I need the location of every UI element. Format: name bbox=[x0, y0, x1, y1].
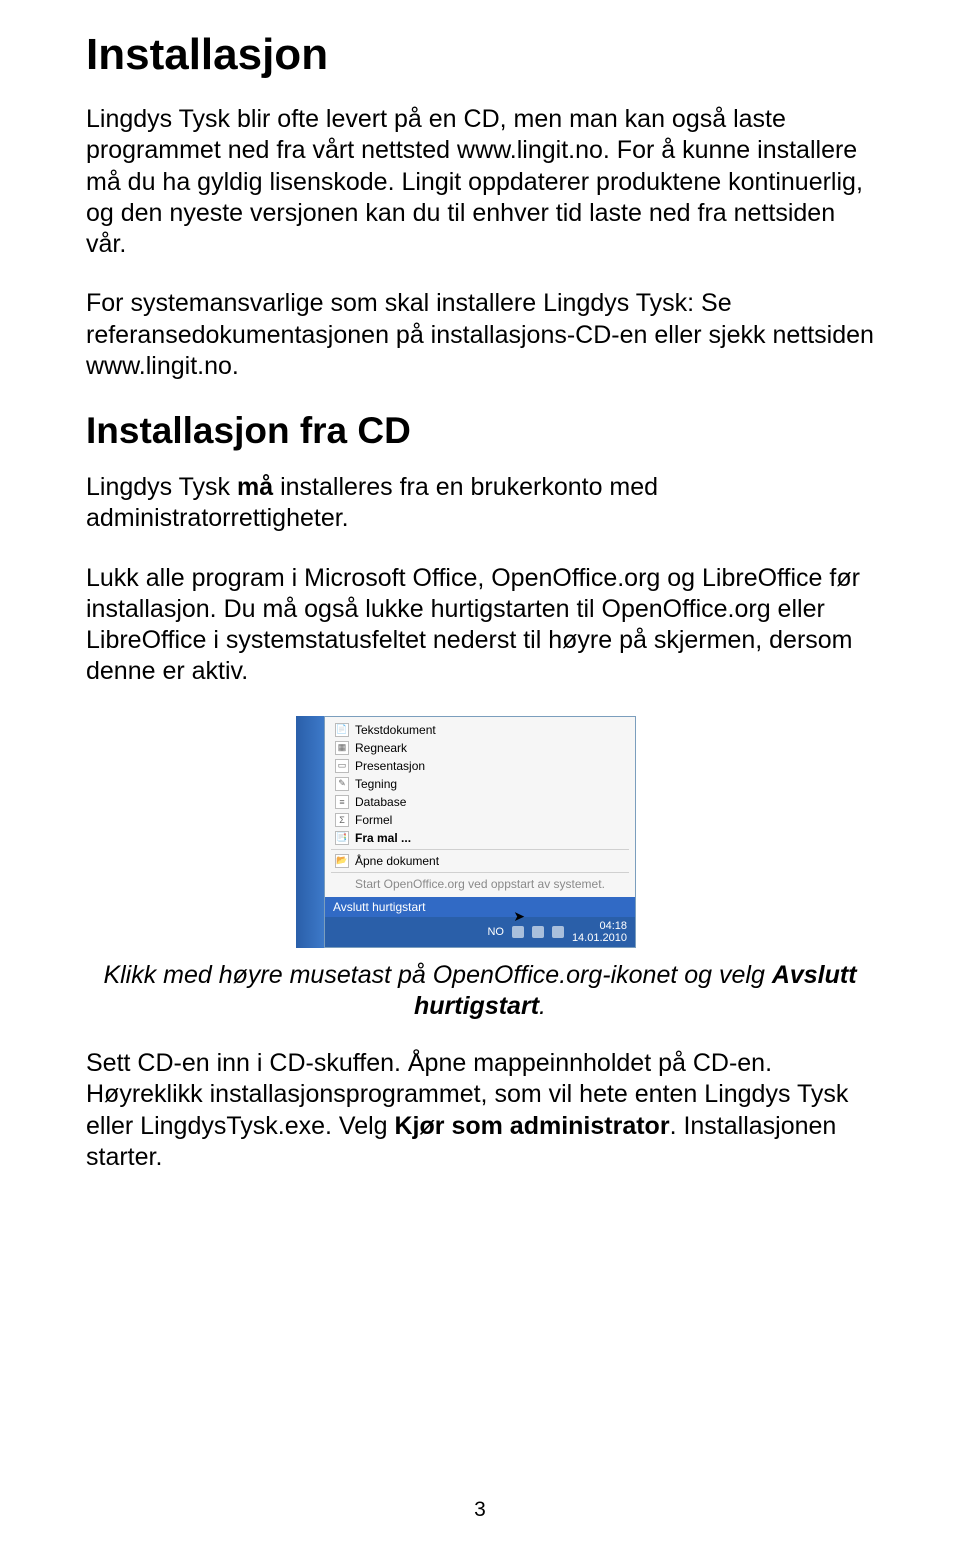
paragraph-close-programs: Lukk alle program i Microsoft Office, Op… bbox=[86, 563, 874, 688]
heading-install-cd: Installasjon fra CD bbox=[86, 410, 874, 452]
menu-label: Start OpenOffice.org ved oppstart av sys… bbox=[355, 877, 605, 891]
taskbar-strip bbox=[296, 716, 324, 948]
menu-label: Regneark bbox=[355, 741, 407, 755]
database-icon: ≡ bbox=[335, 795, 349, 809]
menu-item-from-template[interactable]: 📑 Fra mal ... bbox=[331, 829, 629, 847]
menu-item-formula[interactable]: Σ Formel bbox=[331, 811, 629, 829]
menu-label: Fra mal ... bbox=[355, 831, 411, 845]
menu-label-highlighted: Avslutt hurtigstart bbox=[333, 900, 425, 914]
drawing-icon: ✎ bbox=[335, 777, 349, 791]
cursor-icon: ➤ bbox=[513, 908, 525, 925]
screenshot-figure: 📄 Tekstdokument ▦ Regneark ▭ Presentasjo… bbox=[86, 716, 874, 948]
system-tray: NO 04:18 14.01.2010 bbox=[325, 917, 635, 947]
paragraph-insert-cd: Sett CD-en inn i CD-skuffen. Åpne mappei… bbox=[86, 1048, 874, 1173]
menu-label: Åpne dokument bbox=[355, 854, 439, 868]
menu-label: Tekstdokument bbox=[355, 723, 436, 737]
menu-item-startup[interactable]: Start OpenOffice.org ved oppstart av sys… bbox=[331, 875, 629, 893]
template-icon: 📑 bbox=[335, 831, 349, 845]
menu-item-quit-quickstart[interactable]: Avslutt hurtigstart ➤ bbox=[325, 897, 635, 917]
text-bold-must: må bbox=[237, 473, 273, 501]
page-title: Installasjon bbox=[86, 30, 874, 80]
page-number: 3 bbox=[0, 1498, 960, 1522]
context-menu: 📄 Tekstdokument ▦ Regneark ▭ Presentasjo… bbox=[324, 716, 636, 948]
paragraph-sysadmin: For systemansvarlige som skal installere… bbox=[86, 288, 874, 382]
paragraph-intro: Lingdys Tysk blir ofte levert på en CD, … bbox=[86, 104, 874, 260]
menu-label: Tegning bbox=[355, 777, 397, 791]
caption-text: Klikk med høyre musetast på OpenOffice.o… bbox=[103, 961, 771, 989]
spreadsheet-icon: ▦ bbox=[335, 741, 349, 755]
date-text: 14.01.2010 bbox=[572, 932, 627, 944]
text-document-icon: 📄 bbox=[335, 723, 349, 737]
clock: 04:18 14.01.2010 bbox=[572, 920, 627, 944]
formula-icon: Σ bbox=[335, 813, 349, 827]
menu-label: Formel bbox=[355, 813, 392, 827]
figure-caption: Klikk med høyre musetast på OpenOffice.o… bbox=[86, 960, 874, 1023]
menu-item-presentation[interactable]: ▭ Presentasjon bbox=[331, 757, 629, 775]
menu-label: Presentasjon bbox=[355, 759, 425, 773]
caption-text: . bbox=[539, 992, 546, 1020]
text-span: Lingdys Tysk bbox=[86, 473, 237, 501]
language-indicator: NO bbox=[487, 926, 504, 938]
menu-item-open-document[interactable]: 📂 Åpne dokument bbox=[331, 852, 629, 870]
presentation-icon: ▭ bbox=[335, 759, 349, 773]
paragraph-admin-rights: Lingdys Tysk må installeres fra en bruke… bbox=[86, 472, 874, 535]
menu-item-spreadsheet[interactable]: ▦ Regneark bbox=[331, 739, 629, 757]
menu-label: Database bbox=[355, 795, 406, 809]
text-bold-run-as-admin: Kjør som administrator bbox=[395, 1112, 670, 1140]
menu-separator bbox=[331, 849, 629, 850]
tray-icon bbox=[532, 926, 544, 938]
open-folder-icon: 📂 bbox=[335, 854, 349, 868]
menu-item-text-document[interactable]: 📄 Tekstdokument bbox=[331, 721, 629, 739]
time-text: 04:18 bbox=[599, 920, 627, 932]
menu-item-drawing[interactable]: ✎ Tegning bbox=[331, 775, 629, 793]
tray-icon bbox=[552, 926, 564, 938]
menu-separator bbox=[331, 872, 629, 873]
tray-icon bbox=[512, 926, 524, 938]
menu-item-database[interactable]: ≡ Database bbox=[331, 793, 629, 811]
